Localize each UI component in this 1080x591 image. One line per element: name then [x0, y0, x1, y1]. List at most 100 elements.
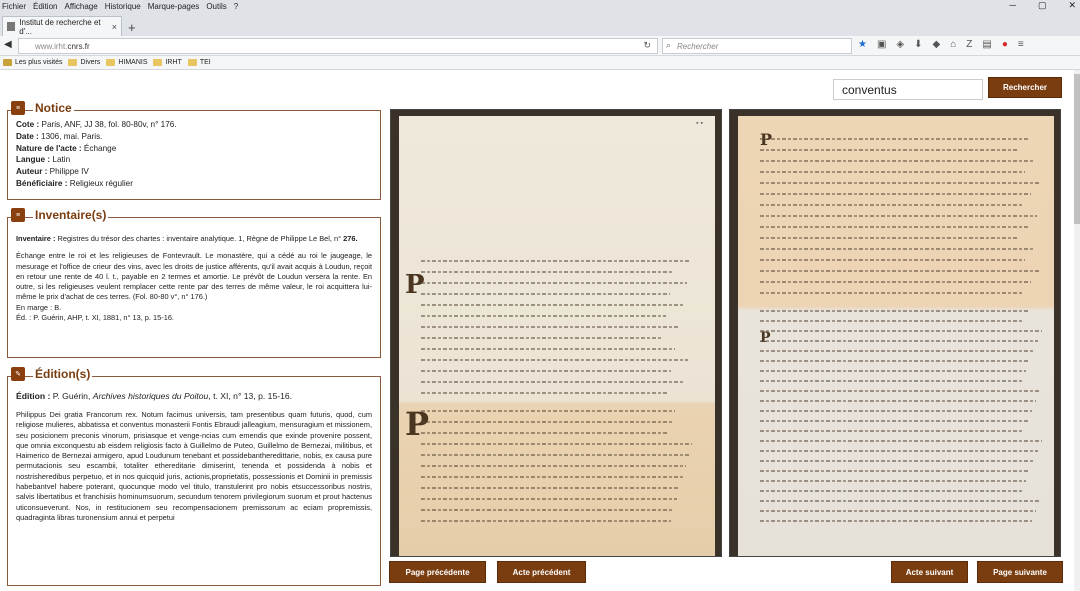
script-line — [760, 440, 1042, 442]
notice-header: ≡ Notice — [11, 101, 74, 115]
previous-act-button[interactable]: Acte précédent — [497, 561, 586, 583]
next-act-button[interactable]: Acte suivant — [891, 561, 968, 583]
previous-page-button[interactable]: Page précédente — [389, 561, 486, 583]
browser-search-placeholder: Rechercher — [677, 41, 719, 51]
script-line — [760, 171, 1025, 173]
bookmark-item[interactable]: Les plus visités — [3, 59, 62, 66]
script-line — [760, 350, 1034, 352]
notice-row: Cote : Paris, ANF, JJ 38, fol. 80-80v, n… — [16, 120, 177, 129]
menu-item[interactable]: Affichage — [64, 2, 97, 11]
manuscript-image-right[interactable]: P P — [729, 109, 1061, 557]
minimize-icon[interactable]: ─ — [1010, 0, 1016, 11]
script-line — [760, 510, 1036, 512]
reload-icon[interactable]: ↻ — [643, 40, 651, 51]
search-input[interactable] — [833, 79, 983, 100]
inventaire-edition-ref: Éd. : P. Guérin, AHP, t. XI, 1881, n° 13… — [16, 313, 174, 323]
notice-row: Date : 1306, mai. Paris. — [16, 131, 103, 141]
script-line — [760, 340, 1038, 342]
home-icon[interactable]: ⌂ — [950, 39, 956, 50]
script-line — [760, 480, 1026, 482]
scrollbar-thumb[interactable] — [1074, 74, 1080, 224]
script-line — [421, 326, 679, 328]
download-icon[interactable]: ⬇ — [914, 39, 922, 50]
pocket-icon[interactable]: ◈ — [896, 39, 904, 50]
bookmark-star-icon[interactable]: ★ — [858, 39, 867, 50]
edition-title: Édition(s) — [33, 367, 93, 381]
folder-icon — [3, 59, 12, 66]
script-line — [760, 390, 1040, 392]
bookmark-label: TEI — [199, 59, 211, 66]
script-line — [760, 149, 1019, 151]
bookmark-item[interactable]: TEI — [187, 59, 211, 66]
initial-letter-icon: P — [405, 270, 425, 300]
new-tab-icon[interactable]: + — [128, 20, 136, 35]
next-page-button[interactable]: Page suivante — [977, 561, 1063, 583]
script-line — [421, 337, 662, 339]
reader-icon[interactable]: ▤ — [982, 39, 991, 50]
manuscript-image-left[interactable]: ▪ ▪ P P — [390, 109, 722, 557]
script-line — [421, 271, 674, 273]
script-line — [421, 348, 675, 350]
script-line — [421, 465, 686, 467]
nav-bar: ◀ www.irht. cnrs.fr ↻ ⌕ Rechercher ★ ▣ ◈ … — [0, 36, 1080, 56]
script-line — [760, 182, 1040, 184]
inventaire-title: Inventaire(s) — [33, 208, 109, 222]
notice-rows: Cote : Paris, ANF, JJ 38, fol. 80-80v, n… — [16, 119, 177, 190]
script-line — [421, 487, 680, 489]
menu-item[interactable]: Fichier — [2, 2, 26, 11]
browser-tab[interactable]: Institut de recherche et d'... × — [2, 16, 122, 36]
script-line — [760, 420, 1028, 422]
menu-item[interactable]: Outils — [206, 2, 226, 11]
extension-icon[interactable]: ◆ — [933, 39, 941, 50]
adblock-icon[interactable]: ● — [1002, 39, 1008, 50]
clipboard-icon[interactable]: ▣ — [877, 39, 886, 50]
folder-icon — [153, 59, 163, 66]
script-line — [760, 259, 1025, 261]
edition-citation: Édition : P. Guérin, Archives historique… — [16, 391, 293, 401]
bookmark-item[interactable]: IRHT — [153, 59, 182, 66]
menu-item[interactable]: Historique — [105, 2, 141, 11]
script-line — [421, 293, 670, 295]
menu-icon[interactable]: ≡ — [1018, 39, 1024, 50]
script-line — [760, 310, 1028, 312]
script-line — [421, 410, 675, 412]
inventaire-body: Inventaire : Registres du trésor des cha… — [16, 234, 372, 323]
script-line — [760, 370, 1026, 372]
initial-letter-icon: P — [760, 330, 771, 346]
script-line — [421, 454, 689, 456]
search-icon: ⌕ — [666, 40, 672, 50]
script-line — [421, 304, 683, 306]
script-line — [421, 370, 671, 372]
page-content: Rechercher ≡ Notice Cote : Paris, ANF, J… — [0, 70, 1080, 591]
script-line — [421, 381, 684, 383]
notice-icon: ≡ — [11, 101, 25, 115]
script-line — [421, 260, 691, 262]
script-line — [421, 315, 666, 317]
script-line — [421, 392, 667, 394]
back-arrow-icon[interactable]: ◀ — [4, 39, 12, 50]
script-line — [421, 476, 683, 478]
close-icon[interactable]: ✕ — [1068, 0, 1076, 11]
script-line — [760, 160, 1034, 162]
bookmark-label: Les plus visités — [15, 59, 63, 66]
script-line — [760, 270, 1040, 272]
search-button[interactable]: Rechercher — [988, 77, 1062, 98]
close-tab-icon[interactable]: × — [112, 22, 117, 32]
browser-search-field[interactable]: ⌕ Rechercher — [662, 38, 852, 54]
bookmark-item[interactable]: Divers — [68, 59, 100, 66]
maximize-icon[interactable]: ▢ — [1038, 0, 1047, 11]
url-bar[interactable]: www.irht. cnrs.fr ↻ — [18, 38, 658, 54]
zotero-icon[interactable]: Z — [966, 39, 972, 50]
inventaire-ref: Inventaire : Registres du trésor des cha… — [16, 234, 358, 243]
script-line — [760, 204, 1022, 206]
script-line — [760, 460, 1034, 462]
menu-item[interactable]: Marque-pages — [148, 2, 200, 11]
menu-item[interactable]: ? — [234, 2, 238, 11]
script-line — [421, 282, 687, 284]
window-controls: ─ ▢ ✕ — [1010, 0, 1076, 11]
bookmark-item[interactable]: HIMANIS — [106, 59, 147, 66]
script-line — [760, 400, 1036, 402]
menu-item[interactable]: Édition — [33, 2, 57, 11]
notice-row: Nature de l'acte : Échange — [16, 143, 117, 153]
script-line — [760, 138, 1028, 140]
